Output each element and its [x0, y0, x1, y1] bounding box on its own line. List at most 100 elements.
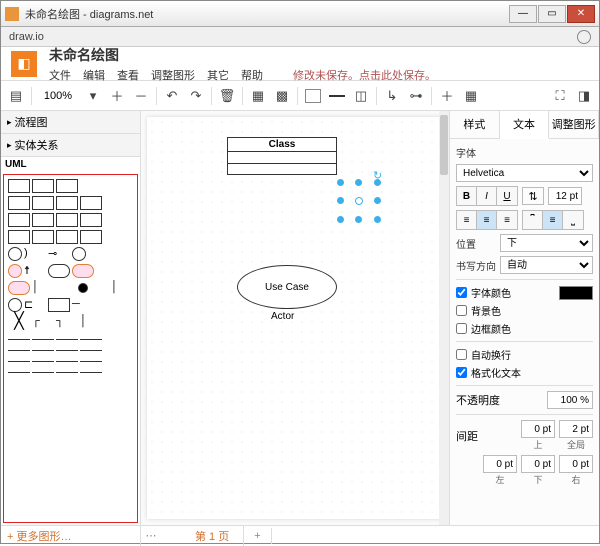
zoom-dropdown-icon[interactable]: ▾ — [82, 85, 104, 107]
unsaved-warning[interactable]: 修改未保存。点击此处保存。 — [293, 67, 436, 83]
line-color-icon[interactable] — [326, 85, 348, 107]
shape-item[interactable] — [8, 281, 30, 295]
sidebar-toggle-icon[interactable]: ▤ — [5, 85, 27, 107]
align-bottom-button[interactable]: ⎵ — [563, 211, 583, 229]
menu-view[interactable]: 查看 — [117, 67, 139, 83]
zoom-out-icon[interactable]: － — [130, 85, 152, 107]
shape-item[interactable]: │ — [32, 281, 54, 295]
section-er[interactable]: ▸实体关系 — [1, 134, 140, 157]
shape-item[interactable] — [8, 230, 30, 244]
align-left-button[interactable]: ≡ — [457, 211, 477, 229]
spacing-left-input[interactable] — [483, 455, 517, 473]
actor-label[interactable]: Actor — [271, 311, 294, 322]
shape-item[interactable] — [8, 196, 30, 210]
document-title[interactable]: 未命名绘图 — [49, 45, 436, 65]
shape-item[interactable] — [48, 264, 70, 278]
shape-final[interactable] — [78, 283, 88, 293]
table-icon[interactable]: ▦ — [460, 85, 482, 107]
shape-item[interactable]: ⊸ — [48, 247, 70, 261]
menu-edit[interactable]: 编辑 — [83, 67, 105, 83]
language-icon[interactable] — [577, 30, 591, 44]
vertical-text-button[interactable]: ⇅ — [522, 187, 544, 205]
formatted-checkbox[interactable] — [456, 367, 467, 378]
spacing-global-input[interactable] — [559, 420, 593, 438]
canvas-scrollbar[interactable] — [439, 111, 449, 525]
insert-icon[interactable]: ＋ — [436, 85, 458, 107]
format-panel-icon[interactable]: ◨ — [573, 85, 595, 107]
shadow-icon[interactable]: ◫ — [350, 85, 372, 107]
rotate-handle-icon[interactable]: ↻ — [373, 169, 383, 179]
connection-icon[interactable]: ↳ — [381, 85, 403, 107]
shape-arrow[interactable] — [80, 361, 102, 362]
shape-arrow[interactable] — [8, 361, 30, 362]
page-menu-icon[interactable]: ⋯ — [141, 529, 161, 542]
close-button[interactable]: ✕ — [567, 5, 595, 23]
shape-item[interactable] — [56, 179, 78, 193]
fullscreen-icon[interactable]: ⛶ — [549, 85, 571, 107]
shape-arrow[interactable] — [56, 350, 78, 351]
italic-button[interactable]: I — [477, 187, 497, 205]
canvas-area[interactable]: Class Use Case Actor ↻ — [141, 111, 449, 525]
shape-arrow[interactable] — [32, 361, 54, 362]
selection-handles[interactable]: ↻ — [337, 179, 381, 223]
shape-arrow[interactable] — [32, 372, 54, 373]
underline-button[interactable]: U — [497, 187, 517, 205]
shape-arrow[interactable] — [8, 372, 30, 373]
minimize-button[interactable]: — — [509, 5, 537, 23]
shape-circle[interactable] — [8, 247, 22, 261]
shape-item[interactable] — [56, 213, 78, 227]
fill-color-icon[interactable] — [302, 85, 324, 107]
shape-arrow[interactable] — [80, 372, 102, 373]
shape-item[interactable] — [80, 179, 102, 193]
shape-line[interactable] — [56, 339, 78, 340]
font-color-checkbox[interactable] — [456, 287, 467, 298]
border-color-checkbox[interactable] — [456, 323, 467, 334]
align-top-button[interactable]: ⎴ — [523, 211, 543, 229]
bold-button[interactable]: B — [457, 187, 477, 205]
shape-item[interactable]: ┐ — [56, 315, 78, 329]
shape-item[interactable] — [8, 213, 30, 227]
diagram-canvas[interactable]: Class Use Case Actor ↻ — [147, 117, 443, 519]
shape-actor[interactable]: ☨ — [24, 264, 46, 278]
more-shapes-button[interactable]: + 更多图形… — [1, 526, 141, 546]
shape-item[interactable] — [72, 264, 94, 278]
shape-line[interactable] — [32, 339, 54, 340]
spacing-right-input[interactable] — [559, 455, 593, 473]
opacity-input[interactable] — [547, 391, 593, 409]
redo-icon[interactable]: ↷ — [185, 85, 207, 107]
position-select[interactable]: 下 — [500, 234, 593, 252]
shape-item[interactable] — [80, 213, 102, 227]
tab-arrange[interactable]: 调整图形 — [549, 111, 599, 138]
align-right-button[interactable]: ≡ — [497, 211, 517, 229]
shape-arrow[interactable] — [8, 350, 30, 351]
shape-item[interactable] — [32, 179, 54, 193]
shape-item[interactable] — [32, 196, 54, 210]
align-middle-button[interactable]: ≡ — [543, 211, 563, 229]
section-flowchart[interactable]: ▸流程图 — [1, 111, 140, 134]
menu-file[interactable]: 文件 — [49, 67, 71, 83]
shape-destroy[interactable]: ╳ — [8, 315, 30, 329]
shape-item[interactable]: │ — [80, 315, 102, 329]
maximize-button[interactable]: ▭ — [538, 5, 566, 23]
shape-item[interactable] — [8, 298, 22, 312]
shape-circle[interactable] — [72, 247, 86, 261]
shape-arrow[interactable] — [56, 372, 78, 373]
shape-item[interactable]: ) — [24, 247, 46, 261]
shape-item[interactable] — [32, 230, 54, 244]
shape-item[interactable] — [8, 179, 30, 193]
delete-icon[interactable]: 🗑 — [216, 85, 238, 107]
font-color-swatch[interactable] — [559, 286, 593, 300]
menu-help[interactable]: 帮助 — [241, 67, 263, 83]
shape-item[interactable]: ─ — [72, 298, 94, 312]
spacing-bottom-input[interactable] — [521, 455, 555, 473]
shape-boundary[interactable] — [8, 264, 22, 278]
bg-color-checkbox[interactable] — [456, 305, 467, 316]
shape-line[interactable] — [80, 339, 102, 340]
to-front-icon[interactable]: ▦ — [247, 85, 269, 107]
shape-item[interactable] — [56, 196, 78, 210]
shape-line[interactable] — [8, 339, 30, 340]
shape-item[interactable]: ┌ — [32, 315, 54, 329]
undo-icon[interactable]: ↶ — [161, 85, 183, 107]
tab-style[interactable]: 样式 — [450, 111, 500, 138]
shape-item[interactable]: │ — [111, 281, 133, 295]
